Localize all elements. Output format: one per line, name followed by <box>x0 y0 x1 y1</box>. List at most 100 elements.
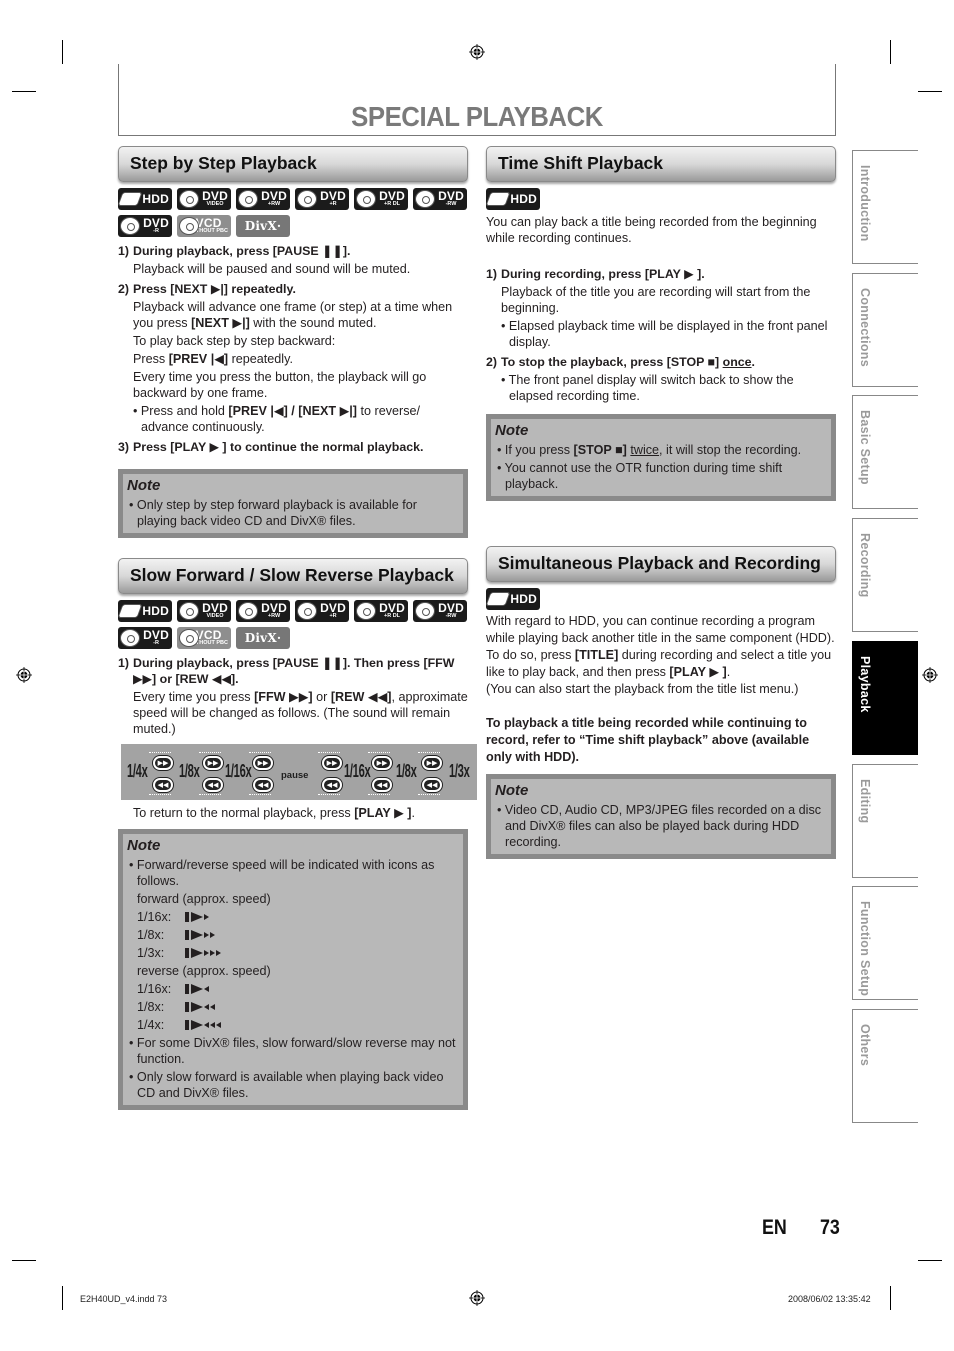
section-heading: Step by Step Playback <box>118 146 468 182</box>
step-heading: To stop the playback, press [STOP ■] onc… <box>501 355 755 369</box>
page-number: 73 <box>820 1216 840 1239</box>
step-number: 3) <box>118 440 130 454</box>
step-text: To play back step by step backward: <box>133 334 336 348</box>
speed-label: 1/16x: <box>137 910 172 924</box>
badge-label: DVD <box>143 216 169 230</box>
media-badge-dvd-r-dl: DVD +R DL <box>354 600 408 622</box>
badge-label: VCD <box>195 628 222 642</box>
reverse-speed-list: 1/16x: 1/8x: 1/4x: <box>127 981 459 1033</box>
note-item: • Only step by step forward playback is … <box>129 498 417 528</box>
step-bullet: • Elapsed playback time will be displaye… <box>501 319 828 349</box>
intro-text: You can play back a title being recorded… <box>486 215 817 245</box>
disc-icon <box>297 602 317 620</box>
badge-label: HDD <box>510 192 537 206</box>
side-tab-playback[interactable]: Playback <box>852 641 918 755</box>
step-number: 2) <box>118 282 130 296</box>
forward-speed-item: 1/3x: <box>127 945 459 961</box>
side-tab-label: Editing <box>858 779 872 824</box>
badge-label: DVD <box>320 189 346 203</box>
badge-label: HDD <box>142 604 169 618</box>
side-tab-recording[interactable]: Recording <box>852 518 918 632</box>
media-badge-dvd-rw: DVD -RW <box>413 600 467 622</box>
hdd-icon <box>485 592 511 606</box>
disc-icon <box>179 629 199 647</box>
speed-label: 1/16x: <box>137 982 172 996</box>
body-text: To do so, press [TITLE] during recording… <box>486 648 832 679</box>
media-badge-dvd-video: DVD VIDEO <box>177 188 231 210</box>
side-tab-others[interactable]: Others <box>852 1009 918 1123</box>
step-heading: During recording, press [PLAY ▶ ]. <box>501 267 705 281</box>
ffw-button-icon: ▶▶ <box>422 756 442 770</box>
badge-sublabel: +R <box>329 201 337 207</box>
badge-label: DVD <box>438 189 464 203</box>
note-box: Note • If you press [STOP ■] twice, it w… <box>486 414 836 501</box>
registration-mark-icon <box>469 1290 485 1306</box>
crop-mark <box>62 1286 63 1310</box>
disc-icon <box>238 602 258 620</box>
badge-label: DivX· <box>244 219 282 233</box>
badge-label: DVD <box>379 189 405 203</box>
speed-label: 1/8x: <box>137 1000 165 1014</box>
section-heading: Simultaneous Playback and Recording <box>486 546 836 582</box>
step-heading: Press [NEXT ▶|] repeatedly. <box>133 282 296 296</box>
crop-mark <box>890 40 891 64</box>
step-number: 2) <box>486 355 498 369</box>
hdd-icon <box>485 192 511 206</box>
page-title-frame: SPECIAL PLAYBACK <box>118 64 836 136</box>
media-badges: HDD DVD VIDEO DVD +RW DVD +R DVD +R DL DVD -RW DVD -… <box>117 600 470 649</box>
crop-mark <box>918 91 942 92</box>
media-badge-dvd-r: DVD -R <box>118 627 172 649</box>
note-box: Note • Video CD, Audio CD, MP3/JPEG file… <box>486 774 836 859</box>
media-badge-hdd: HDD <box>117 600 172 622</box>
media-badges: HDD <box>485 588 838 610</box>
disc-icon <box>238 190 258 208</box>
side-tab-function-setup[interactable]: Function Setup <box>852 886 918 1000</box>
step-2: 2) Press [NEXT ▶|] repeatedly. Playback w… <box>118 281 468 435</box>
ffw-rew-button-pair: ▶▶ ◀◀ <box>199 752 223 795</box>
badge-label: DVD <box>202 601 228 615</box>
side-tab-editing[interactable]: Editing <box>852 764 918 878</box>
side-tab-introduction[interactable]: Introduction <box>852 150 918 264</box>
ffw-button-icon: ▶▶ <box>322 756 342 770</box>
section-heading: Slow Forward / Slow Reverse Playback <box>118 558 468 594</box>
note-item: • For some DivX® files, slow forward/slo… <box>129 1036 456 1066</box>
badge-label: VCD <box>195 216 222 230</box>
side-tab-connections[interactable]: Connections <box>852 273 918 387</box>
rew-button-icon: ◀◀ <box>322 778 342 792</box>
return-text: To return to the normal playback, press … <box>133 806 415 820</box>
crop-mark <box>62 40 63 64</box>
badge-label: DVD <box>143 628 169 642</box>
section-step-by-step: Step by Step Playback HDD DVD VIDEO DVD +RW D… <box>117 146 470 538</box>
step-heading: During playback, press [PAUSE ❚❚]. <box>133 244 351 258</box>
badge-sublabel: -R <box>153 640 159 646</box>
note-box: Note • Forward/reverse speed will be ind… <box>118 829 468 1110</box>
speed-label: 1/3x: <box>137 946 165 960</box>
disc-icon <box>415 602 435 620</box>
badge-label: HDD <box>510 592 537 606</box>
reverse-speed-item: 1/8x: <box>127 999 459 1015</box>
note-item: • Forward/reverse speed will be indicate… <box>129 858 435 888</box>
bold-reference-text: To playback a title being recorded while… <box>486 716 810 764</box>
note-heading: Note <box>495 782 529 799</box>
step-text: Every time you press [FFW ▶▶] or [REW ◀◀… <box>133 690 468 736</box>
badge-sublabel: +R <box>329 613 337 619</box>
media-badge-dvd-r-dl: DVD +R DL <box>354 188 408 210</box>
ffw-rew-button-pair: ▶▶ ◀◀ <box>418 752 442 795</box>
ffw-button-icon: ▶▶ <box>253 756 273 770</box>
crop-mark <box>12 91 36 92</box>
forward-speed-list: 1/16x: 1/8x: 1/3x: <box>127 909 459 961</box>
speed-label: 1/3x <box>449 761 470 781</box>
rew-button-icon: ◀◀ <box>203 778 223 792</box>
disc-icon <box>356 190 376 208</box>
note-item: • Only slow forward is available when pl… <box>129 1070 444 1100</box>
note-item: • If you press [STOP ■] twice, it will s… <box>497 443 802 457</box>
section-slow-playback: Slow Forward / Slow Reverse Playback HDD… <box>117 558 477 1110</box>
side-tab-basic-setup[interactable]: Basic Setup <box>852 395 918 509</box>
badge-sublabel: -R <box>153 228 159 234</box>
badge-label: DVD <box>320 601 346 615</box>
step-text: Playback of the title you are recording … <box>501 285 811 315</box>
note-box: Note • Only step by step forward playbac… <box>118 469 468 538</box>
badge-label: DVD <box>261 189 287 203</box>
media-badges: HDD DVD VIDEO DVD +RW DVD +R DVD +R DL DVD -RW DVD -… <box>117 188 470 237</box>
badge-label: DivX· <box>244 631 282 645</box>
